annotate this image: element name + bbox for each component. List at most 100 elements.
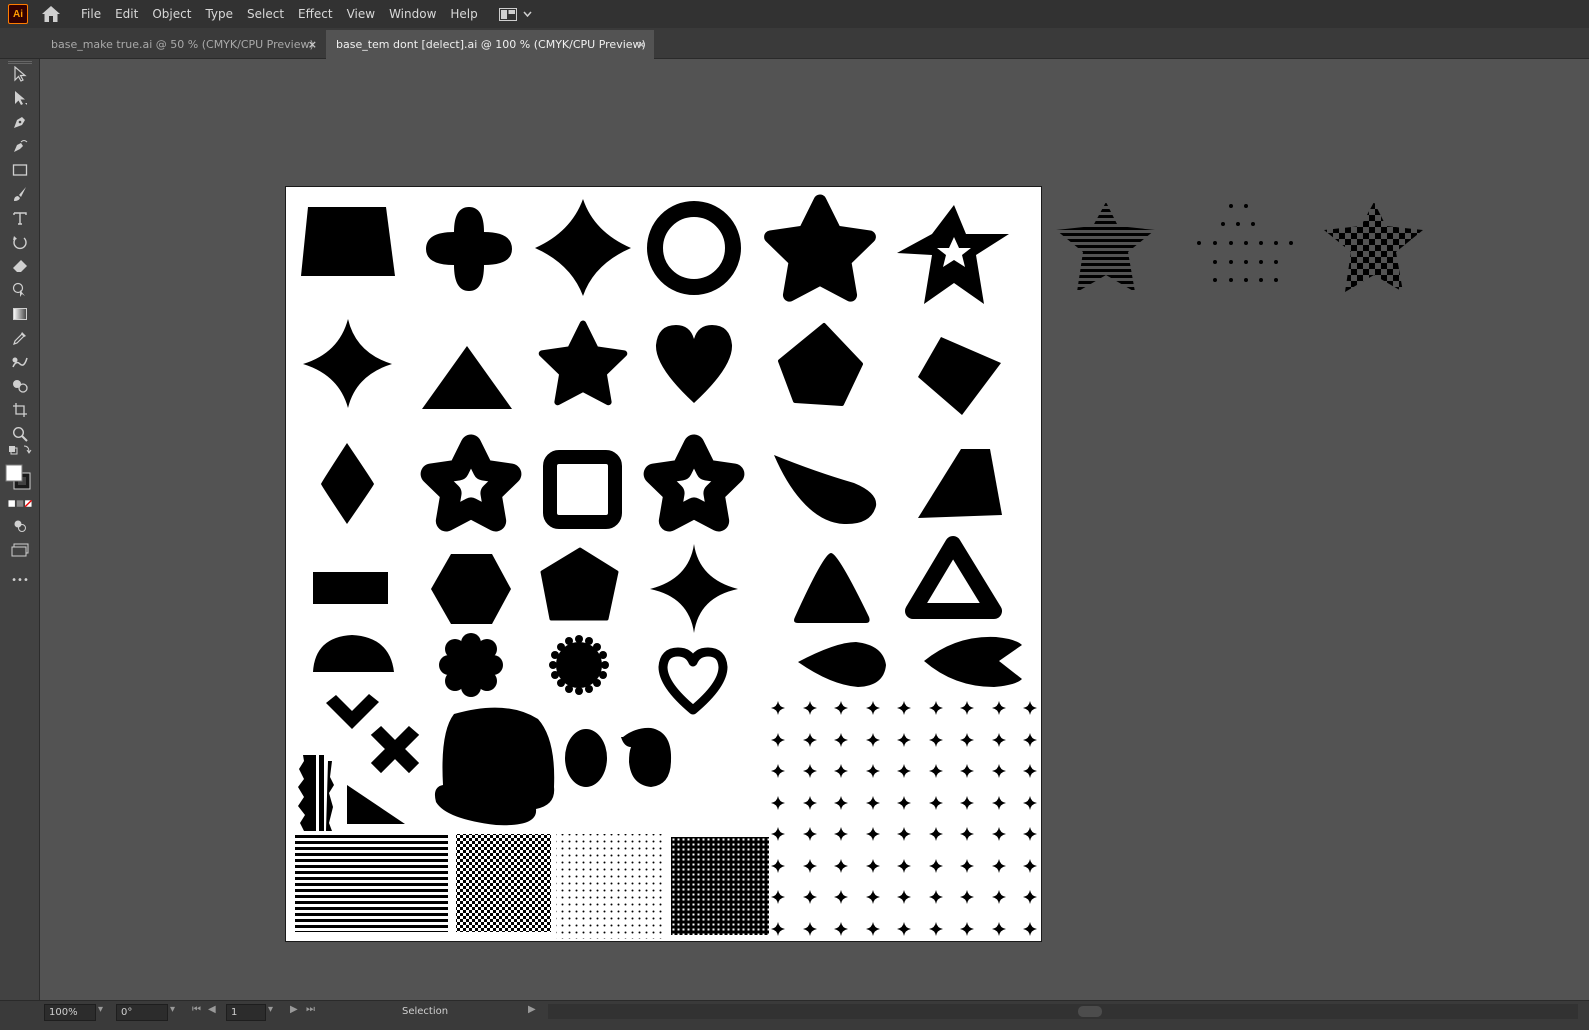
pentagon-shape [778, 323, 863, 406]
dot-star-swatch [1197, 204, 1293, 282]
menu-view[interactable]: View [340, 0, 382, 28]
artboard-artwork [295, 187, 1037, 939]
4-point-star-shape [303, 319, 392, 408]
direct-selection-tool-icon[interactable] [8, 87, 32, 109]
selection-tool-icon[interactable] [8, 63, 32, 85]
menu-object[interactable]: Object [145, 0, 198, 28]
tab-title: base_tem dont [delect].ai @ 100 % (CMYK/… [336, 38, 646, 51]
menu-file[interactable]: File [74, 0, 108, 28]
menu-select[interactable]: Select [240, 0, 291, 28]
torn-edge-shape [326, 761, 334, 831]
chevron-down-icon[interactable]: ▾ [268, 1004, 273, 1015]
fill-stroke-swatch[interactable] [4, 463, 32, 491]
rotate-tool-icon[interactable] [8, 231, 32, 253]
pen-tool-icon[interactable] [8, 111, 32, 133]
curvature-tool-icon[interactable] [8, 135, 32, 157]
first-artboard-icon[interactable]: ⏮ [192, 1004, 201, 1015]
dot-grid-pattern [556, 834, 666, 939]
close-icon[interactable]: × [637, 38, 646, 51]
screen-mode-icon[interactable] [8, 539, 32, 561]
flower-shape [439, 633, 503, 697]
rectangle-tool-icon[interactable] [8, 159, 32, 181]
chevron-down-icon[interactable]: ▾ [98, 1004, 103, 1015]
close-icon[interactable]: × [308, 38, 317, 51]
type-tool-icon[interactable] [8, 207, 32, 229]
line-divider [319, 755, 324, 831]
document-tab-bar: ›› base_make true.ai @ 50 % (CMYK/CPU Pr… [0, 28, 1589, 68]
artboard-number-field[interactable]: 1 [226, 1004, 266, 1021]
gradient-tool-icon[interactable] [8, 303, 32, 325]
status-bar: 100% ▾ 0° ▾ ⏮ ◀ 1 ▾ ▶ ⏭ Selection ▶ [0, 1000, 1589, 1030]
square-outline [543, 450, 622, 529]
rounded-star-outline [431, 445, 511, 521]
next-artboard-icon[interactable]: ▶ [290, 1004, 298, 1015]
torn-edge-shape [298, 755, 316, 831]
pattern-swatch-previews[interactable] [1051, 197, 1451, 302]
rounded-star-shape [771, 201, 870, 295]
eyedropper-tool-icon[interactable] [8, 327, 32, 349]
blob-shape [434, 707, 555, 826]
home-icon[interactable] [40, 4, 62, 24]
artboard-tool-icon[interactable] [8, 399, 32, 421]
rotated-square-shape [918, 337, 1001, 415]
teardrop-shape [798, 642, 886, 687]
star-with-cutout-shape [897, 205, 1009, 304]
tab-title: base_make true.ai @ 50 % (CMYK/CPU Previ… [51, 38, 314, 51]
menu-items: File Edit Object Type Select Effect View… [74, 0, 485, 28]
zoom-tool-icon[interactable] [8, 423, 32, 445]
rectangle-shape [313, 572, 388, 604]
half-circle-shape [313, 635, 394, 672]
checkered-star-swatch [1324, 202, 1423, 292]
previous-artboard-icon[interactable]: ◀ [208, 1004, 216, 1015]
x-mark-shape [370, 725, 420, 774]
shape-builder-tool-icon[interactable] [8, 375, 32, 397]
rounded-4-point-star [426, 207, 512, 291]
menu-window[interactable]: Window [382, 0, 443, 28]
menu-help[interactable]: Help [443, 0, 484, 28]
blend-tool-icon[interactable] [8, 351, 32, 373]
artboard[interactable] [285, 186, 1042, 942]
current-tool-label: Selection [402, 1006, 449, 1017]
trapezoid-shape [301, 207, 395, 276]
color-mode-buttons[interactable] [8, 497, 32, 511]
app-logo: Ai [8, 4, 28, 24]
draw-mode-icon[interactable] [8, 515, 32, 537]
puppet-warp-tool-icon[interactable] [8, 279, 32, 301]
tab-base-make-true[interactable]: base_make true.ai @ 50 % (CMYK/CPU Previ… [41, 30, 325, 59]
chevron-down-icon [523, 11, 532, 17]
zoom-level-field[interactable]: 100% [44, 1004, 96, 1021]
heart-shape [655, 325, 733, 403]
quadrilateral-shape [918, 449, 1002, 518]
square-grid-pattern [671, 837, 769, 935]
eraser-tool-icon[interactable] [8, 255, 32, 277]
speech-bubble-shape [621, 727, 672, 787]
workspace-switcher[interactable] [498, 7, 532, 21]
scrollbar-thumb[interactable] [1078, 1006, 1102, 1017]
triangle-shape [422, 346, 512, 409]
more-tools-icon[interactable]: ••• [8, 569, 32, 591]
triangle-shape [794, 553, 870, 623]
horizontal-scrollbar[interactable] [548, 1004, 1578, 1019]
right-triangle-shape [347, 785, 405, 824]
illustrator-window: Ai File Edit Object Type Select Effect V… [0, 0, 1589, 1030]
paintbrush-tool-icon[interactable] [8, 183, 32, 205]
tab-base-tem-dont-delect[interactable]: base_tem dont [delect].ai @ 100 % (CMYK/… [326, 30, 654, 59]
striped-star-swatch [1056, 202, 1155, 292]
rotation-field[interactable]: 0° [116, 1004, 168, 1021]
star-shape [542, 324, 624, 402]
hexagon-shape [431, 554, 511, 624]
status-menu-arrow-icon[interactable]: ▶ [528, 1004, 536, 1015]
workspace-layout-icon [498, 7, 517, 21]
menu-effect[interactable]: Effect [291, 0, 340, 28]
horizontal-stripe-pattern [295, 834, 448, 932]
pentagon-shape [540, 547, 619, 621]
fill-stroke-swap-icon[interactable] [8, 443, 32, 461]
canvas-area[interactable] [41, 59, 1589, 1000]
menu-type[interactable]: Type [198, 0, 240, 28]
ring-shape [647, 201, 741, 295]
menu-bar: Ai File Edit Object Type Select Effect V… [0, 0, 1589, 28]
last-artboard-icon[interactable]: ⏭ [306, 1004, 315, 1015]
chevron-down-icon[interactable]: ▾ [170, 1004, 175, 1015]
sparkle-pattern [771, 701, 1037, 936]
menu-edit[interactable]: Edit [108, 0, 145, 28]
